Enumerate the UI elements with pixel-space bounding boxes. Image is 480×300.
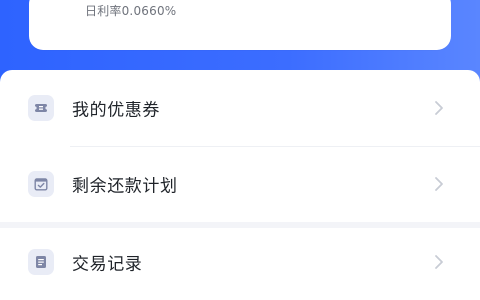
menu-group-secondary: 交易记录 (0, 228, 480, 300)
chevron-right-icon (435, 255, 443, 269)
document-icon (28, 249, 54, 275)
menu-item-coupons[interactable]: 我的优惠券 (0, 70, 480, 146)
menu-item-label: 剩余还款计划 (72, 176, 178, 197)
coupon-icon (28, 95, 54, 121)
chevron-right-icon (435, 177, 443, 191)
menu-item-transaction-records[interactable]: 交易记录 (0, 224, 480, 300)
daily-interest-rate: 日利率0.0660% (85, 4, 177, 18)
menu-item-repayment-plan[interactable]: 剩余还款计划 (0, 146, 480, 222)
menu-item-label: 交易记录 (72, 254, 143, 275)
menu-item-label: 我的优惠券 (72, 100, 160, 121)
chevron-right-icon (435, 101, 443, 115)
menu-group-primary: 我的优惠券 剩余还款计划 (0, 70, 480, 222)
loan-summary-card: 日利率0.0660% (29, 0, 451, 50)
calendar-check-icon (28, 171, 54, 197)
